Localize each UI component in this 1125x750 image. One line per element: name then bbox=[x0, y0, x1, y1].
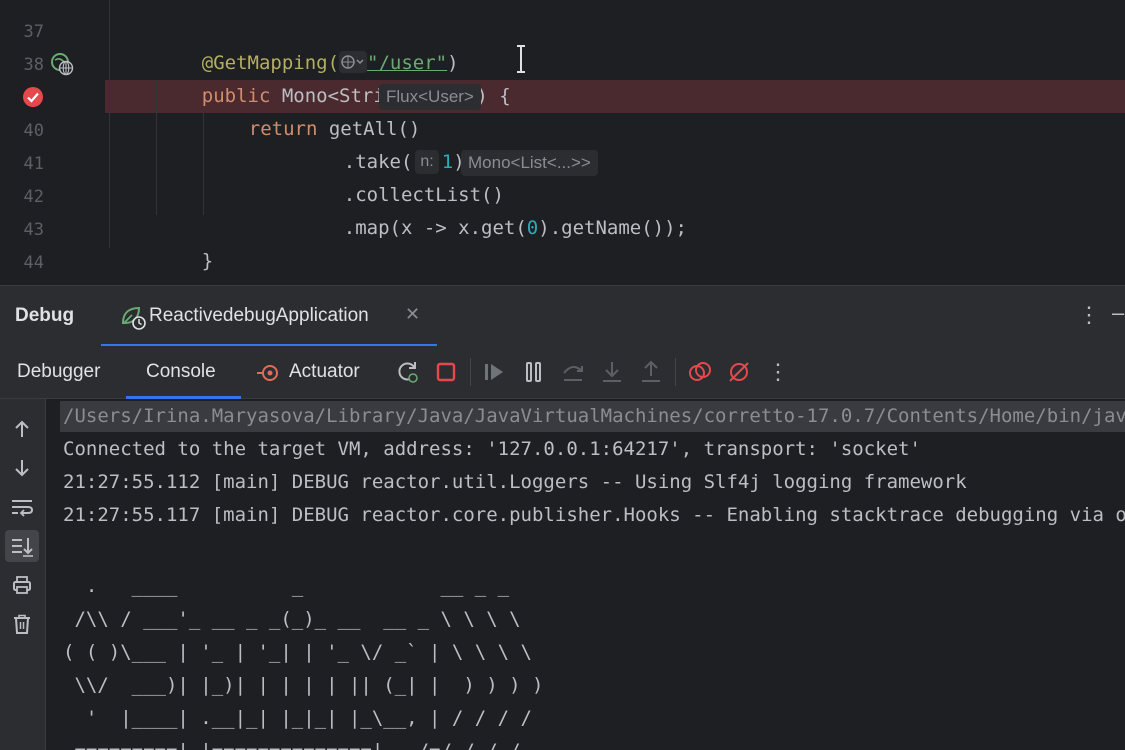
tab-debugger[interactable]: Debugger bbox=[17, 361, 100, 383]
stop-icon[interactable] bbox=[432, 358, 460, 386]
resume-icon[interactable] bbox=[480, 358, 508, 386]
step-into-icon[interactable] bbox=[598, 358, 626, 386]
line-number: 44 bbox=[23, 253, 44, 273]
tab-console[interactable]: Console bbox=[146, 361, 216, 383]
rerun-icon[interactable] bbox=[393, 358, 421, 386]
clear-icon[interactable] bbox=[8, 610, 36, 638]
debug-toolbar: Debugger Console Actuator ⋮ bbox=[0, 346, 1125, 399]
tab-actuator[interactable]: Actuator bbox=[289, 361, 360, 383]
inlay-hint-return-type[interactable]: Flux<User> bbox=[379, 84, 481, 110]
console-command-line: /Users/Irina.Maryasova/Library/Java/Java… bbox=[60, 401, 1125, 432]
line-number: 40 bbox=[23, 121, 44, 141]
console-line: 21:27:55.117 [main] DEBUG reactor.core.p… bbox=[63, 504, 1125, 526]
more-options-icon[interactable]: ⋮ bbox=[1078, 302, 1100, 328]
toolbar-separator bbox=[675, 358, 676, 386]
mute-breakpoints-icon[interactable] bbox=[725, 358, 753, 386]
code-editor[interactable]: 37 38 40 41 42 43 44 @GetMapping("/user"… bbox=[0, 0, 1125, 283]
spring-banner-line: \\/ ___)| |_)| | | | | || (_| | ) ) ) ) bbox=[63, 674, 544, 696]
step-over-icon[interactable] bbox=[559, 358, 587, 386]
debug-header: Debug ReactivedebugApplication ✕ ⋮ – bbox=[0, 285, 1125, 347]
close-icon[interactable]: ✕ bbox=[405, 304, 420, 325]
method-call-rest: ).getName()); bbox=[538, 217, 687, 239]
code-line-44: } bbox=[109, 245, 166, 283]
debug-tool-window: Debug ReactivedebugApplication ✕ ⋮ – Deb… bbox=[0, 285, 1125, 750]
spring-banner-line: . ____ _ __ _ _ bbox=[63, 575, 510, 597]
method-call: .map(x -> x.get( bbox=[343, 217, 527, 239]
argument: 0 bbox=[526, 217, 539, 239]
line-number: 38 bbox=[23, 55, 44, 75]
scroll-to-end-icon[interactable] bbox=[5, 530, 39, 562]
view-breakpoints-icon[interactable] bbox=[686, 358, 714, 386]
pause-icon[interactable] bbox=[520, 358, 548, 386]
toolbar-separator bbox=[470, 358, 471, 386]
indent-guide bbox=[109, 0, 110, 248]
actuator-icon[interactable] bbox=[256, 361, 282, 385]
line-number: 37 bbox=[23, 22, 44, 42]
closing-brace: } bbox=[201, 250, 214, 272]
tool-window-title: Debug bbox=[15, 305, 75, 326]
scroll-down-icon[interactable] bbox=[8, 454, 36, 482]
text-cursor-icon bbox=[517, 45, 525, 73]
line-number: 42 bbox=[23, 187, 44, 207]
scroll-up-icon[interactable] bbox=[8, 415, 36, 443]
spring-banner-line: /\\ / ___'_ __ _ _(_)_ __ __ _ \ \ \ \ bbox=[63, 608, 521, 630]
code-line-42: .map(x -> x.get(0).getName()); bbox=[298, 179, 687, 278]
console-output[interactable]: /Users/Irina.Maryasova/Library/Java/Java… bbox=[46, 399, 1125, 750]
console-side-toolbar bbox=[0, 399, 46, 750]
step-out-icon[interactable] bbox=[637, 358, 665, 386]
minimize-icon[interactable]: – bbox=[1112, 300, 1124, 326]
spring-banner-line: ( ( )\___ | '_ | '_| | '_ \/ _` | \ \ \ … bbox=[63, 641, 532, 663]
run-config-tab[interactable]: ReactivedebugApplication ✕ bbox=[101, 286, 437, 347]
spring-boot-run-icon bbox=[121, 306, 146, 330]
breakpoint-icon[interactable] bbox=[21, 85, 45, 109]
web-endpoint-icon[interactable] bbox=[50, 52, 76, 78]
soft-wrap-icon[interactable] bbox=[8, 493, 36, 521]
console-line: 21:27:55.112 [main] DEBUG reactor.util.L… bbox=[63, 471, 967, 493]
print-icon[interactable] bbox=[8, 571, 36, 599]
more-icon[interactable]: ⋮ bbox=[764, 358, 792, 386]
console-line: Connected to the target VM, address: '12… bbox=[63, 438, 921, 460]
spring-banner-line: ' |____| .__|_| |_|_| |_\__, | / / / / bbox=[63, 707, 532, 729]
java-command: /Users/Irina.Maryasova/Library/Java/Java… bbox=[63, 405, 1125, 427]
inlay-hint-return-type[interactable]: Mono<List<...>> bbox=[461, 150, 598, 176]
spring-banner-line: =========|_|==============|___/=/_/_/_/ bbox=[63, 740, 520, 750]
run-tab-label: ReactivedebugApplication bbox=[149, 305, 369, 326]
line-number: 41 bbox=[23, 154, 44, 174]
line-number: 43 bbox=[23, 220, 44, 240]
